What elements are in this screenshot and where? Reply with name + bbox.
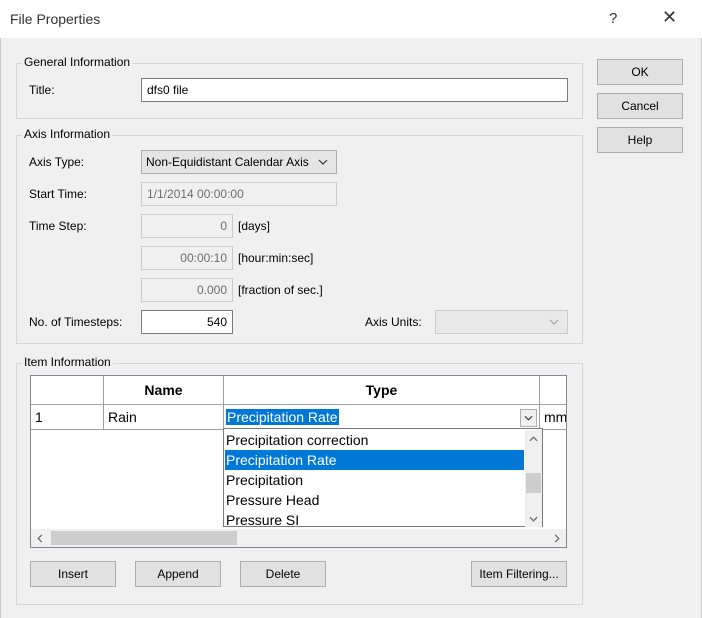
title-input[interactable]: dfs0 file (141, 78, 568, 102)
chevron-down-icon[interactable] (520, 409, 537, 427)
time-step-days-unit: [days] (238, 219, 271, 233)
ok-button[interactable]: OK (597, 59, 683, 85)
window-border-left (0, 38, 1, 618)
horizontal-scroll-thumb[interactable] (51, 531, 237, 545)
time-step-hms-value: 00:00:10 (180, 251, 227, 265)
type-option[interactable]: Precipitation (225, 470, 524, 490)
delete-button[interactable]: Delete (240, 561, 326, 587)
time-step-fraction-value: 0.000 (196, 283, 227, 297)
type-dropdown-list[interactable]: Precipitation correction Precipitation R… (223, 428, 543, 527)
scroll-left-icon[interactable] (31, 529, 49, 547)
chevron-down-icon (545, 311, 563, 333)
grid-cell-unit[interactable]: mm (540, 405, 566, 430)
time-step-fraction-input: 0.000 (141, 278, 233, 302)
grid-cell-type-value: Precipitation Rate (226, 409, 339, 425)
type-option[interactable]: Pressure SI (225, 510, 524, 527)
time-step-hms-input: 00:00:10 (141, 246, 233, 270)
type-options: Precipitation correction Precipitation R… (225, 430, 524, 527)
append-button[interactable]: Append (135, 561, 221, 587)
grid-header-index (31, 376, 104, 405)
title-value: dfs0 file (147, 83, 189, 97)
start-time-value: 1/1/2014 00:00:00 (147, 187, 244, 201)
grid-cell-type[interactable]: Precipitation Rate (224, 405, 540, 430)
axis-type-select[interactable]: Non-Equidistant Calendar Axis (141, 150, 337, 174)
grid-header-name[interactable]: Name (104, 376, 224, 405)
type-option-selected[interactable]: Precipitation Rate (225, 450, 524, 470)
axis-information-label: Axis Information (22, 127, 113, 141)
time-step-fraction-unit: [fraction of sec.] (238, 283, 323, 297)
type-option[interactable]: Precipitation correction (225, 430, 524, 450)
scroll-up-icon[interactable] (525, 430, 542, 447)
axis-type-label: Axis Type: (29, 155, 85, 169)
axis-type-value: Non-Equidistant Calendar Axis (146, 155, 309, 169)
help-icon[interactable]: ? (609, 10, 617, 27)
dropdown-vertical-scrollbar[interactable] (525, 430, 542, 527)
axis-units-label: Axis Units: (365, 315, 422, 329)
grid-cell-index[interactable]: 1 (31, 405, 104, 430)
chevron-down-icon (314, 151, 332, 173)
timesteps-input[interactable]: 540 (141, 310, 233, 334)
dropdown-scroll-thumb[interactable] (526, 473, 541, 493)
window-title: File Properties (10, 11, 101, 27)
time-step-days-value: 0 (220, 219, 227, 233)
grid-header-unit[interactable] (540, 376, 566, 405)
title-bar: File Properties ? ✕ (0, 0, 702, 38)
time-step-hms-unit: [hour:min:sec] (238, 251, 314, 265)
item-information-label: Item Information (22, 355, 113, 369)
scroll-down-icon[interactable] (525, 510, 542, 527)
start-time-label: Start Time: (29, 187, 88, 201)
axis-units-select (435, 310, 568, 334)
type-option[interactable]: Pressure Head (225, 490, 524, 510)
item-filtering-button[interactable]: Item Filtering... (471, 561, 567, 587)
time-step-label: Time Step: (29, 219, 87, 233)
time-step-days-input: 0 (141, 214, 233, 238)
close-icon[interactable]: ✕ (662, 7, 677, 28)
timesteps-value: 540 (206, 315, 227, 329)
general-information-label: General Information (22, 55, 133, 69)
grid-cell-name[interactable]: Rain (104, 405, 224, 430)
insert-button[interactable]: Insert (30, 561, 116, 587)
start-time-input: 1/1/2014 00:00:00 (141, 182, 337, 206)
help-button[interactable]: Help (597, 127, 683, 153)
horizontal-scrollbar[interactable] (31, 529, 566, 547)
cancel-button[interactable]: Cancel (597, 93, 683, 119)
title-label: Title: (29, 83, 55, 97)
timesteps-label: No. of Timesteps: (29, 315, 123, 329)
grid-header-type[interactable]: Type (224, 376, 540, 405)
scroll-right-icon[interactable] (548, 529, 566, 547)
